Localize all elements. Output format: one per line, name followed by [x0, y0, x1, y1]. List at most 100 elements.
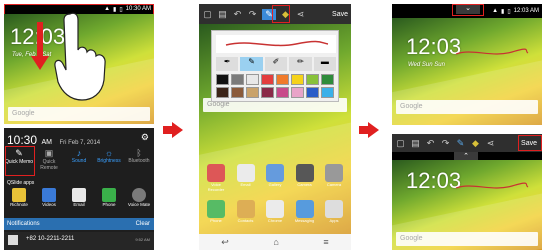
notification-number: +82 10-2211-2211 — [26, 236, 75, 242]
email-icon — [72, 188, 86, 202]
voice-mate-icon — [132, 188, 146, 202]
memo-wallpaper: 12:03 Google — [392, 160, 542, 250]
google-label: Google — [12, 110, 35, 117]
toggle-brightness[interactable]: ☼ Brightness — [94, 148, 124, 178]
save-button[interactable]: Save — [332, 11, 348, 18]
qslide-apps: Richnote Videos Email Phone Voice Mate — [4, 188, 154, 214]
share-icon[interactable]: ⋖ — [485, 138, 496, 149]
color-swatch[interactable] — [291, 87, 304, 98]
qslide-app[interactable]: Phone — [94, 188, 124, 214]
status-time: 12:03 AM — [513, 8, 539, 14]
pen-type-option[interactable]: ▬ — [313, 57, 337, 71]
toggle-label: Brightness — [97, 158, 121, 164]
color-swatch[interactable] — [276, 87, 289, 98]
collapse-tab[interactable]: ⌃ — [454, 152, 478, 160]
save-highlight — [518, 135, 542, 151]
home-icon[interactable]: ⌂ — [273, 237, 278, 247]
toggle-label: Sound — [71, 158, 87, 164]
memo-icon[interactable]: ▤ — [217, 9, 228, 20]
undo-icon[interactable]: ↶ — [232, 9, 243, 20]
color-swatch[interactable] — [306, 74, 319, 85]
back-icon[interactable]: ↩ — [221, 237, 229, 248]
chevron-up-icon: ⌃ — [463, 153, 469, 160]
notification-item[interactable]: +82 10-2211-2211 9:52 AM — [4, 232, 154, 250]
pen-type-option[interactable]: ✒ — [216, 57, 239, 71]
pen-type-option[interactable]: ✐ — [264, 57, 288, 71]
battery-icon: ▯ — [507, 8, 511, 15]
notifications-header: Notifications Clear — [4, 218, 154, 230]
color-swatch[interactable] — [231, 74, 244, 85]
app-shortcut[interactable]: Phone — [203, 200, 229, 228]
color-swatch[interactable] — [216, 87, 229, 98]
stroke-preview — [216, 35, 336, 53]
color-swatch[interactable] — [306, 87, 319, 98]
panel-3-top: ▲ ▮ ▯ 12:03 AM ⌄ 12:03 Wed Sun Sun Googl… — [392, 4, 542, 125]
toggle-label: Bluetooth — [128, 158, 150, 164]
richnote-icon — [12, 188, 26, 202]
pen-type-option[interactable]: ✎ — [240, 57, 263, 71]
app-shortcut[interactable]: Chrome — [262, 200, 288, 228]
app-shortcut[interactable]: Messaging — [292, 200, 318, 228]
color-swatch[interactable] — [246, 74, 259, 85]
pen-type-option[interactable]: ✏ — [289, 57, 312, 71]
color-swatch[interactable] — [261, 74, 274, 85]
undo-icon[interactable]: ↶ — [425, 138, 436, 149]
share-icon[interactable]: ⋖ — [295, 9, 306, 20]
eraser-icon[interactable]: ◆ — [470, 138, 481, 149]
clear-button[interactable]: Clear — [136, 221, 150, 227]
app-label: Camera — [326, 182, 342, 187]
app-shortcut[interactable]: Apps — [321, 200, 347, 228]
color-swatch[interactable] — [246, 87, 259, 98]
app-shortcut[interactable]: Voice Recorder — [203, 164, 229, 192]
qslide-app[interactable]: Richnote — [4, 188, 34, 214]
color-swatch[interactable] — [291, 74, 304, 85]
qslide-app[interactable]: Email — [64, 188, 94, 214]
layout-icon[interactable]: ▢ — [395, 138, 406, 149]
toggle-quick-remote[interactable]: ▣ Quick Remote — [34, 148, 64, 178]
qslide-label: Richnote — [10, 202, 28, 207]
step-arrow-icon — [163, 122, 183, 138]
qslide-app[interactable]: Videos — [34, 188, 64, 214]
app-row-2: Phone Contacts Chrome Messaging Apps — [203, 200, 347, 228]
google-search-bar[interactable]: Google — [396, 100, 538, 114]
app-icon — [207, 200, 225, 218]
pull-tab-highlight — [452, 4, 484, 16]
toggle-sound[interactable]: ♪ Sound — [64, 148, 94, 178]
app-shortcut[interactable]: Camera — [321, 164, 347, 192]
redo-icon[interactable]: ↷ — [247, 9, 258, 20]
toggle-label: Quick Remote — [40, 159, 58, 171]
layout-icon[interactable]: ▢ — [202, 9, 213, 20]
nav-bar: ↩ ⌂ ≡ — [199, 234, 351, 250]
app-shortcut[interactable]: Email — [233, 164, 259, 192]
color-swatch[interactable] — [231, 87, 244, 98]
google-search-bar[interactable]: Google — [8, 107, 150, 121]
memo-stroke — [455, 182, 529, 189]
google-label: Google — [207, 101, 230, 108]
notification-time: 9:52 AM — [135, 237, 150, 242]
hand-gesture-icon — [54, 12, 106, 101]
toggle-bluetooth[interactable]: ᛒ Bluetooth — [124, 148, 154, 178]
qslide-label: Email — [73, 202, 85, 207]
pen-tool-icon[interactable]: ✎ — [455, 138, 466, 149]
memo-wallpaper: 12:03 Wed Sun Sun Google — [392, 18, 542, 125]
app-shortcut[interactable]: Gallery — [262, 164, 288, 192]
color-swatch[interactable] — [321, 74, 334, 85]
color-swatch[interactable] — [276, 74, 289, 85]
color-palette — [216, 74, 336, 100]
color-swatch[interactable] — [216, 74, 229, 85]
redo-icon[interactable]: ↷ — [440, 138, 451, 149]
app-label: Voice Recorder — [207, 182, 225, 192]
settings-gear-icon[interactable]: ⚙ — [141, 132, 149, 143]
app-icon — [266, 164, 284, 182]
app-icon — [236, 164, 255, 182]
menu-icon[interactable]: ≡ — [323, 237, 328, 247]
google-search-bar[interactable]: Google — [396, 232, 538, 246]
app-shortcut[interactable]: Contacts — [233, 200, 259, 228]
app-shortcut[interactable]: Camera — [292, 164, 318, 192]
color-swatch[interactable] — [261, 87, 274, 98]
qslide-app[interactable]: Voice Mate — [124, 188, 154, 214]
memo-icon[interactable]: ▤ — [410, 138, 421, 149]
app-icon — [325, 164, 343, 182]
app-icon — [207, 164, 225, 182]
color-swatch[interactable] — [321, 87, 334, 98]
